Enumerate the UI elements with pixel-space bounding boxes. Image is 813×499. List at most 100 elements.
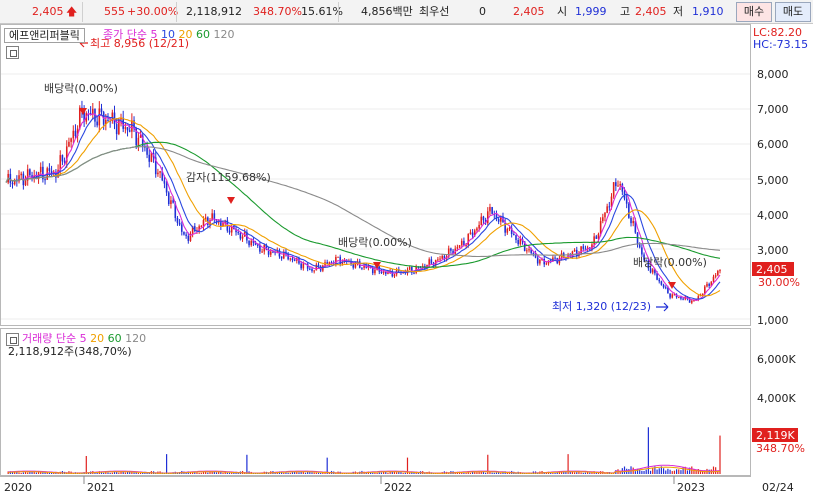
candle-body: [602, 217, 604, 222]
divider: [338, 2, 339, 22]
candle-body: [536, 257, 539, 264]
candle-body: [476, 228, 478, 231]
candle-body: [96, 121, 98, 126]
candle-body: [517, 240, 519, 245]
stock-chart[interactable]: 8,000 7,000 6,000 5,000 4,000 3,000 1,00…: [0, 24, 813, 499]
candle-body: [115, 124, 118, 135]
candle-body: [200, 226, 203, 228]
dividend-annotation-1: 배당락(0.00%): [44, 82, 118, 95]
candle-body: [519, 238, 522, 245]
sell-button[interactable]: 매도: [775, 2, 811, 22]
legend-ma10[interactable]: 10: [161, 28, 175, 41]
price-tick: 6,000: [757, 138, 789, 151]
candle-body: [712, 276, 715, 282]
volume-legend-ma20[interactable]: 20: [90, 332, 104, 345]
candle-body: [337, 256, 339, 258]
volume-value: 2,118,912: [186, 5, 242, 18]
candle-body: [717, 270, 719, 276]
candle-body: [662, 284, 665, 288]
current-pct-tag: 30.00%: [758, 276, 800, 289]
candle-body: [497, 219, 500, 222]
candle-body: [137, 137, 140, 146]
candle-body: [539, 259, 541, 264]
volume-legend-prefix: 거래량 단순: [22, 332, 77, 345]
candle-body: [384, 272, 387, 274]
dividend-annotation-2: 배당락(0.00%): [338, 236, 412, 249]
legend-ma120[interactable]: 120: [213, 28, 234, 41]
candle-body: [706, 283, 708, 287]
candle-body: [628, 203, 630, 218]
candle-body: [70, 138, 72, 142]
candle-body: [217, 222, 220, 224]
candle-body: [250, 240, 253, 246]
chart-settings-button[interactable]: [6, 46, 19, 59]
pref-label: 최우선: [419, 5, 450, 18]
price-legend[interactable]: 종가 단순 5 10 20 60 120: [103, 28, 234, 41]
divider: [176, 2, 177, 22]
candle-body: [92, 108, 94, 114]
candle-body: [237, 232, 240, 234]
candle-body: [289, 258, 292, 260]
candle-body: [241, 236, 244, 239]
candle-body: [311, 268, 313, 272]
date-axis: 2020 2021 2022 2023 02/24: [4, 476, 794, 494]
candle-body: [29, 169, 31, 176]
candle-body: [439, 258, 441, 260]
candle-body: [363, 266, 365, 268]
stock-name-label[interactable]: 에프앤리퍼블릭: [4, 28, 85, 43]
candle-body: [660, 281, 663, 285]
candle-body: [528, 249, 530, 251]
candle-body: [239, 232, 242, 239]
legend-ma60[interactable]: 60: [196, 28, 210, 41]
candle-body: [78, 107, 81, 129]
price-pane: [0, 24, 751, 326]
volume-ratio: 348.70%: [253, 5, 302, 18]
candle-body: [595, 236, 598, 239]
candle-body: [582, 246, 585, 249]
legend-ma5[interactable]: 5: [150, 28, 157, 41]
candle-body: [604, 212, 606, 218]
candle-body: [382, 272, 385, 274]
candle-body: [172, 200, 174, 203]
legend-prefix: 종가 단순: [103, 28, 147, 41]
candle-body: [50, 170, 53, 174]
candle-body: [658, 279, 661, 282]
candle-body: [508, 228, 511, 230]
volume-legend-ma60[interactable]: 60: [108, 332, 122, 345]
buy-button[interactable]: 매수: [736, 2, 772, 22]
candle-body: [300, 263, 302, 269]
candle-body: [159, 171, 161, 173]
candle-body: [185, 234, 187, 236]
candle-body: [638, 244, 641, 248]
candle-body: [309, 268, 311, 270]
change-value: 555: [104, 5, 125, 18]
candle-body: [615, 182, 617, 187]
volume-legend-ma120[interactable]: 120: [125, 332, 146, 345]
candle-body: [313, 270, 315, 272]
price-tick: 5,000: [757, 174, 789, 187]
chart-area[interactable]: 8,000 7,000 6,000 5,000 4,000 3,000 1,00…: [0, 24, 813, 499]
candle-body: [491, 207, 493, 214]
candle-body: [302, 263, 305, 269]
low-annotation: 최저 1,320 (12/23): [552, 300, 651, 313]
candle-body: [124, 127, 127, 129]
candle-body: [100, 108, 103, 113]
candle-body: [165, 183, 168, 193]
candle-body: [625, 198, 628, 204]
candle-body: [146, 147, 148, 155]
candle-body: [317, 264, 320, 267]
candle-body: [480, 216, 483, 225]
candle-body: [489, 207, 491, 212]
candle-body: [72, 130, 75, 139]
open-price: 1,999: [575, 5, 607, 18]
candle-body: [183, 231, 185, 235]
candle-body: [641, 247, 643, 255]
candle-body: [24, 180, 27, 186]
volume-legend[interactable]: 거래량 단순 5 20 60 120: [22, 332, 146, 345]
legend-ma20[interactable]: 20: [178, 28, 192, 41]
candle-body: [532, 253, 535, 255]
date-tick: 2021: [87, 481, 115, 494]
candle-body: [48, 168, 51, 171]
volume-legend-ma5[interactable]: 5: [80, 332, 87, 345]
trade-amount: 4,856백만: [361, 5, 413, 18]
